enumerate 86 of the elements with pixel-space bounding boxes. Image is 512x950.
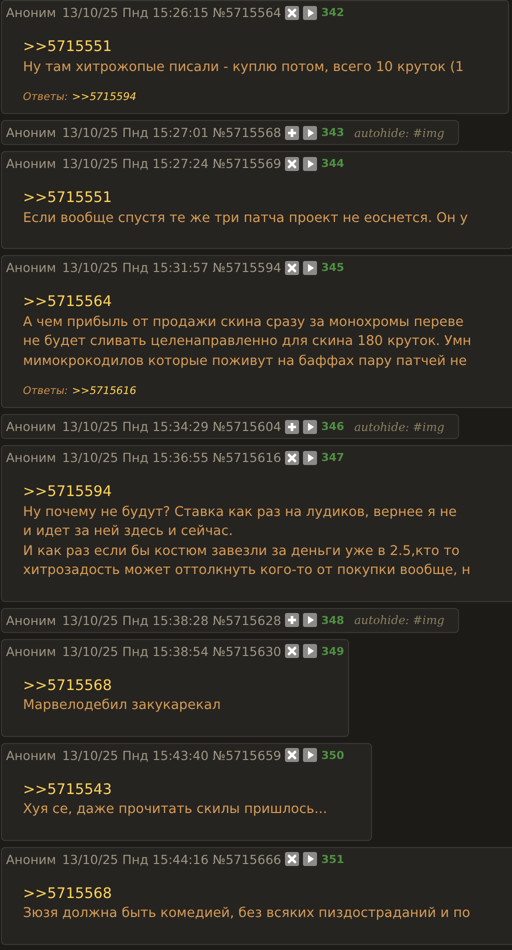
- play-icon[interactable]: [303, 644, 318, 658]
- post-number: 346: [321, 420, 344, 433]
- post-text: мимокрокодилов которые поживут на баффах пару патчей не: [23, 352, 467, 370]
- post-id-link[interactable]: №5715604: [212, 419, 282, 434]
- post-date: 13/10/25 Пнд 15:27:24: [62, 156, 209, 171]
- play-icon[interactable]: [303, 613, 318, 627]
- quote-link[interactable]: >>5715543: [23, 780, 112, 800]
- post-id-link[interactable]: №5715659: [212, 748, 282, 762]
- author-name: Аноним: [6, 612, 56, 628]
- post-text: и идет за ней здесь и сейчас.: [23, 523, 233, 541]
- post-id-link[interactable]: №5715666: [212, 852, 282, 866]
- post-date: 13/10/25 Пнд 15:31:57: [62, 260, 209, 275]
- post-number: 344: [321, 157, 344, 170]
- post-number: 345: [321, 261, 344, 274]
- post-date: 13/10/25 Пнд 15:44:16: [62, 852, 209, 866]
- play-icon[interactable]: [303, 852, 318, 866]
- post-id-link[interactable]: №5715628: [212, 612, 282, 628]
- post-number: 351: [321, 852, 344, 866]
- post-id-link[interactable]: №5715616: [212, 450, 282, 465]
- replies-label: Ответы:: [23, 91, 68, 103]
- show-icon[interactable]: [285, 126, 300, 140]
- post-id-link[interactable]: №5715630: [212, 644, 282, 658]
- post-date: 13/10/25 Пнд 15:38:54: [62, 644, 209, 658]
- show-icon[interactable]: [285, 420, 300, 434]
- reply-link[interactable]: >>5715616: [72, 385, 136, 397]
- play-icon[interactable]: [303, 126, 318, 140]
- quote-link[interactable]: >>5715551: [23, 38, 112, 58]
- play-icon[interactable]: [303, 260, 318, 274]
- post-text: Марвелодебил закукарекал: [23, 697, 221, 715]
- post-number: 350: [321, 748, 344, 762]
- post-number: 349: [321, 644, 344, 658]
- post-id-link[interactable]: №5715564: [212, 5, 282, 20]
- play-icon[interactable]: [303, 156, 318, 170]
- replies-label: Ответы:: [23, 385, 68, 397]
- autohide-note: autohide: #img: [354, 420, 444, 434]
- hide-icon[interactable]: [285, 644, 300, 658]
- author-name: Аноним: [6, 125, 56, 140]
- post-date: 13/10/25 Пнд 15:26:15: [62, 5, 209, 20]
- post-number: 348: [321, 614, 344, 626]
- hide-icon[interactable]: [285, 748, 300, 762]
- author-name: Аноним: [6, 419, 56, 434]
- post-date: 13/10/25 Пнд 15:36:55: [62, 450, 209, 465]
- autohide-note: autohide: #img: [354, 613, 444, 627]
- post-date: 13/10/25 Пнд 15:38:28: [62, 612, 209, 628]
- author-name: Аноним: [6, 748, 56, 762]
- play-icon[interactable]: [303, 6, 318, 20]
- author-name: Аноним: [6, 852, 56, 866]
- post-number: 347: [321, 451, 344, 464]
- author-name: Аноним: [6, 450, 56, 465]
- play-icon[interactable]: [303, 420, 318, 434]
- author-name: Аноним: [6, 260, 56, 275]
- post-id-link[interactable]: №5715594: [212, 260, 282, 275]
- hide-icon[interactable]: [285, 260, 300, 274]
- post-id-link[interactable]: №5715568: [212, 125, 282, 140]
- post-text: Ну там хитрожопые писали - куплю потом, всего 10 круток (1: [23, 58, 464, 76]
- play-icon[interactable]: [303, 748, 318, 762]
- quote-link[interactable]: >>5715568: [23, 884, 112, 904]
- autohide-note: autohide: #img: [354, 126, 444, 140]
- post-date: 13/10/25 Пнд 15:34:29: [62, 419, 209, 434]
- play-icon[interactable]: [303, 450, 318, 464]
- quote-link[interactable]: >>5715568: [23, 676, 112, 696]
- hide-icon[interactable]: [285, 852, 300, 866]
- quote-link[interactable]: >>5715551: [23, 189, 112, 208]
- post-text: хитрозадость может оттолкнуть кого-то от покупки вообще, н: [23, 562, 470, 580]
- show-icon[interactable]: [285, 613, 300, 627]
- post-text: И как раз если бы костюм завезли за деньги уже в 2.5,кто то: [23, 542, 460, 560]
- post-text: Ну почему не будут? Ставка как раз на лудиков, вернее я не: [23, 504, 457, 522]
- post-text: Если вообще спустя те же три патча проект не еоснется. Он у: [23, 210, 468, 228]
- post-text: не будет сливать целенаправленно для скина 180 круток. Умн: [23, 333, 472, 351]
- post-text: Зюзя должна быть комедией, без всяких пиздостраданий и по: [23, 905, 470, 923]
- author-name: Аноним: [6, 644, 56, 658]
- quote-link[interactable]: >>5715564: [23, 293, 112, 312]
- quote-link[interactable]: >>5715594: [23, 483, 112, 502]
- author-name: Аноним: [6, 156, 56, 171]
- hide-icon[interactable]: [285, 450, 300, 464]
- post-id-link[interactable]: №5715569: [212, 156, 282, 171]
- hide-icon[interactable]: [285, 156, 300, 170]
- reply-link[interactable]: >>5715594: [72, 91, 136, 103]
- post-number: 342: [321, 6, 344, 19]
- author-name: Аноним: [6, 5, 56, 20]
- post-number: 343: [321, 126, 344, 139]
- post-date: 13/10/25 Пнд 15:43:40: [62, 748, 209, 762]
- post-text: Хуя се, даже прочитать скилы пришлось...: [23, 801, 328, 819]
- post-text: А чем прибыль от продажи скина сразу за монохромы переве: [23, 314, 464, 332]
- hide-icon[interactable]: [285, 6, 300, 20]
- post-date: 13/10/25 Пнд 15:27:01: [62, 125, 209, 140]
